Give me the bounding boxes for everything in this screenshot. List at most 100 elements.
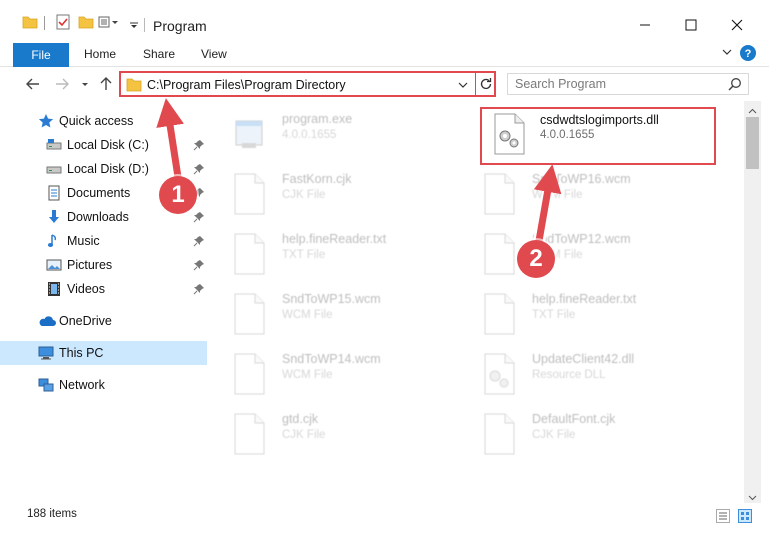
- file-item[interactable]: UpdateClient42.dll Resource DLL: [460, 347, 700, 397]
- address-bar[interactable]: C:\Program Files\Program Directory: [119, 71, 496, 97]
- tab-share[interactable]: Share: [143, 47, 175, 61]
- expand-ribbon-icon[interactable]: [721, 46, 733, 58]
- file-item[interactable]: FastKorn.cjk CJK File: [210, 167, 450, 217]
- videos-icon: [46, 281, 62, 297]
- forward-arrow-icon[interactable]: [53, 75, 71, 93]
- file-icon: [232, 293, 266, 335]
- pin-icon[interactable]: [193, 235, 205, 247]
- chevron-down-icon[interactable]: [128, 14, 140, 36]
- divider: [44, 16, 45, 30]
- sidebar-item-label: Documents: [67, 186, 131, 200]
- pin-icon[interactable]: [193, 163, 205, 175]
- file-list: program.exe 4.0.0.1655 csdwdtslogimports…: [210, 101, 744, 503]
- file-icon: [482, 413, 516, 455]
- sidebar-item-label: OneDrive: [59, 314, 112, 328]
- search-input[interactable]: Search Program: [507, 73, 749, 95]
- customize-toolbar-icon[interactable]: [98, 14, 124, 36]
- file-item[interactable]: help.fineReader.txt TXT File: [460, 287, 700, 337]
- file-name: help.fineReader.txt: [282, 232, 387, 246]
- file-explorer-window: Program File Home Share View ? C:\Progra…: [0, 0, 769, 538]
- sidebar-item-label: Pictures: [67, 258, 113, 272]
- title-divider: [144, 18, 145, 32]
- folder-icon: [126, 77, 142, 95]
- refresh-icon[interactable]: [478, 76, 494, 95]
- sidebar-item-label: Music: [67, 234, 100, 248]
- exe-icon: [232, 113, 266, 155]
- help-icon[interactable]: ?: [739, 44, 757, 62]
- file-item[interactable]: SndToWP16.wcm WCM File: [460, 167, 700, 217]
- sidebar-item-videos[interactable]: Videos: [0, 277, 207, 301]
- drive-icon: [46, 161, 62, 177]
- back-arrow-icon[interactable]: [24, 75, 42, 93]
- file-item[interactable]: program.exe 4.0.0.1655: [210, 107, 450, 157]
- file-item[interactable]: help.fineReader.txt TXT File: [210, 227, 450, 277]
- navigation-bar: C:\Program Files\Program Directory Searc…: [0, 67, 769, 101]
- tiles-view-icon[interactable]: [738, 509, 752, 523]
- file-item[interactable]: SndToWP14.wcm WCM File: [210, 347, 450, 397]
- pin-icon[interactable]: [193, 259, 205, 271]
- file-meta: WCM File: [282, 369, 333, 381]
- scroll-down-icon[interactable]: [748, 491, 757, 501]
- file-icon: [232, 353, 266, 395]
- details-view-icon[interactable]: [716, 509, 730, 523]
- scroll-thumb[interactable]: [746, 117, 759, 169]
- sidebar-item-label: Local Disk (D:): [67, 162, 149, 176]
- pin-icon[interactable]: [193, 211, 205, 223]
- minimize-button[interactable]: [622, 10, 668, 40]
- file-name: SndToWP14.wcm: [282, 352, 381, 366]
- step-badge-2: 2: [517, 240, 555, 278]
- svg-text:?: ?: [745, 48, 752, 60]
- search-icon[interactable]: [728, 77, 742, 94]
- file-item[interactable]: SndToWP15.wcm WCM File: [210, 287, 450, 337]
- sidebar-item-quick-access[interactable]: Quick access: [0, 109, 207, 133]
- tab-file[interactable]: File: [13, 43, 69, 67]
- drive-icon: [46, 137, 62, 153]
- sidebar-item-music[interactable]: Music: [0, 229, 207, 253]
- search-placeholder: Search Program: [515, 77, 607, 91]
- address-path[interactable]: C:\Program Files\Program Directory: [147, 78, 346, 92]
- navigation-pane: Quick access Local Disk (C:) Local Disk …: [0, 101, 208, 503]
- file-name: program.exe: [282, 112, 353, 126]
- sidebar-item-this-pc[interactable]: This PC: [0, 341, 207, 365]
- scroll-up-icon[interactable]: [748, 105, 757, 114]
- file-icon: [482, 293, 516, 335]
- file-item[interactable]: SndToWP12.wcm WCM File: [460, 227, 700, 277]
- pictures-icon: [46, 257, 62, 273]
- file-icon: [232, 173, 266, 215]
- ribbon-tabs: File Home Share View ?: [0, 40, 769, 67]
- tab-view[interactable]: View: [201, 47, 227, 61]
- maximize-button[interactable]: [668, 10, 714, 40]
- file-name: DefaultFont.cjk: [532, 412, 616, 426]
- up-arrow-icon[interactable]: [97, 75, 115, 93]
- file-meta: 4.0.0.1655: [282, 129, 337, 141]
- tab-home[interactable]: Home: [84, 47, 116, 61]
- vertical-scrollbar[interactable]: [744, 101, 761, 503]
- cloud-icon: [38, 313, 56, 329]
- new-folder-icon[interactable]: [78, 14, 94, 36]
- pin-icon[interactable]: [193, 139, 205, 151]
- file-name: SndToWP15.wcm: [282, 292, 381, 306]
- recent-locations-icon[interactable]: [80, 75, 90, 93]
- star-icon: [38, 113, 54, 129]
- file-name: SndToWP16.wcm: [532, 172, 631, 186]
- folder-icon: [22, 14, 38, 36]
- sidebar-item-label: This PC: [59, 346, 104, 360]
- properties-icon[interactable]: [55, 14, 71, 36]
- file-meta: Resource DLL: [532, 369, 606, 381]
- sidebar-item-local-disk-c[interactable]: Local Disk (C:): [0, 133, 207, 157]
- sidebar-item-label: Network: [59, 378, 105, 392]
- sidebar-item-pictures[interactable]: Pictures: [0, 253, 207, 277]
- network-icon: [38, 377, 54, 393]
- file-icon: [232, 233, 266, 275]
- pin-icon[interactable]: [193, 283, 205, 295]
- file-item[interactable]: gtd.cjk CJK File: [210, 407, 450, 457]
- sidebar-item-network[interactable]: Network: [0, 373, 207, 397]
- chevron-down-icon[interactable]: [457, 79, 469, 93]
- file-item[interactable]: DefaultFont.cjk CJK File: [460, 407, 700, 457]
- music-icon: [46, 233, 62, 249]
- close-button[interactable]: [714, 10, 760, 40]
- file-name: FastKorn.cjk: [282, 172, 352, 186]
- address-divider: [475, 73, 476, 95]
- file-name: UpdateClient42.dll: [532, 352, 635, 366]
- sidebar-item-onedrive[interactable]: OneDrive: [0, 309, 207, 333]
